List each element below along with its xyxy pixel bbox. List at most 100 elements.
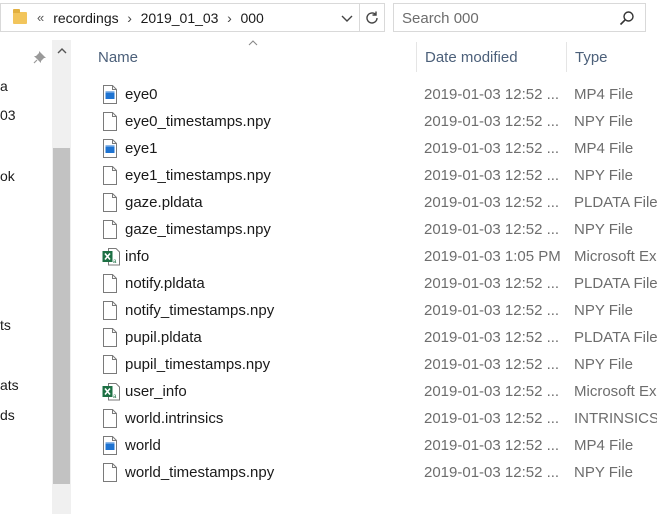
file-name[interactable]: eye1	[125, 140, 158, 157]
breadcrumb-recordings[interactable]: recordings	[50, 10, 121, 26]
file-row[interactable]: eye0_timestamps.npy 2019-01-03 12:52 ... N…	[98, 108, 657, 135]
blank-file-icon	[102, 220, 118, 239]
nav-item[interactable]: 03	[0, 107, 16, 123]
nav-item[interactable]: ok	[0, 168, 15, 184]
file-name[interactable]: user_info	[125, 383, 187, 400]
folder-icon	[13, 8, 27, 24]
file-type: Microsoft Ex	[574, 383, 657, 400]
file-date-modified: 2019-01-03 12:52 ...	[424, 167, 560, 184]
refresh-icon	[366, 11, 378, 24]
file-type: INTRINSICS F	[574, 410, 657, 427]
search-box[interactable]	[393, 3, 646, 32]
column-header-type[interactable]: Type	[566, 42, 657, 72]
file-row[interactable]: world_timestamps.npy 2019-01-03 12:52 ...…	[98, 459, 657, 486]
file-type: NPY File	[574, 167, 633, 184]
file-name[interactable]: info	[125, 248, 149, 265]
column-header-name[interactable]: Name	[98, 42, 416, 72]
file-name[interactable]: pupil_timestamps.npy	[125, 356, 270, 373]
excel-file-icon: a	[102, 247, 120, 266]
file-date-modified: 2019-01-03 12:52 ...	[424, 383, 560, 400]
address-bar[interactable]: « recordings › 2019_01_03 › 000	[0, 3, 360, 32]
file-type: MP4 File	[574, 86, 634, 103]
file-date-modified: 2019-01-03 12:52 ...	[424, 356, 560, 373]
file-date-modified: 2019-01-03 12:52 ...	[424, 437, 560, 454]
file-date-modified: 2019-01-03 12:52 ...	[424, 194, 560, 211]
excel-file-icon: a	[102, 382, 120, 401]
file-type: MP4 File	[574, 437, 634, 454]
file-date-modified: 2019-01-03 12:52 ...	[424, 464, 560, 481]
breadcrumb-separator-icon[interactable]: ›	[122, 10, 138, 26]
blank-file-icon	[102, 166, 118, 185]
file-row[interactable]: notify.pldata 2019-01-03 12:52 ... PLDATA …	[98, 270, 657, 297]
file-type: NPY File	[574, 302, 633, 319]
file-list: eye0 2019-01-03 12:52 ... MP4 File eye0_tim…	[98, 81, 657, 486]
breadcrumb-separator-icon[interactable]: ›	[221, 10, 237, 26]
file-row[interactable]: gaze.pldata 2019-01-03 12:52 ... PLDATA Fi…	[98, 189, 657, 216]
blank-file-icon	[102, 301, 118, 320]
file-name[interactable]: world.intrinsics	[125, 410, 223, 427]
file-name[interactable]: notify.pldata	[125, 275, 205, 292]
file-row[interactable]: a user_info 2019-01-03 12:52 ... Microsoft …	[98, 378, 657, 405]
scroll-thumb[interactable]	[53, 148, 70, 484]
file-name[interactable]: world	[125, 437, 161, 454]
file-name[interactable]: eye0_timestamps.npy	[125, 113, 271, 130]
file-date-modified: 2019-01-03 12:52 ...	[424, 302, 560, 319]
blank-file-icon	[102, 193, 118, 212]
file-row[interactable]: notify_timestamps.npy 2019-01-03 12:52 ..…	[98, 297, 657, 324]
file-date-modified: 2019-01-03 12:52 ...	[424, 275, 560, 292]
chevron-up-icon	[57, 47, 66, 53]
file-date-modified: 2019-01-03 12:52 ...	[424, 329, 560, 346]
file-type: PLDATA File	[574, 329, 657, 346]
breadcrumb-000[interactable]: 000	[237, 10, 266, 26]
file-type: NPY File	[574, 356, 633, 373]
file-date-modified: 2019-01-03 1:05 PM	[424, 248, 561, 265]
file-row[interactable]: gaze_timestamps.npy 2019-01-03 12:52 ... N…	[98, 216, 657, 243]
video-file-icon	[102, 139, 118, 158]
file-type: PLDATA File	[574, 275, 657, 292]
file-name[interactable]: pupil.pldata	[125, 329, 202, 346]
blank-file-icon	[102, 112, 118, 131]
file-name[interactable]: notify_timestamps.npy	[125, 302, 274, 319]
blank-file-icon	[102, 274, 118, 293]
file-row[interactable]: world 2019-01-03 12:52 ... MP4 File	[98, 432, 657, 459]
file-date-modified: 2019-01-03 12:52 ...	[424, 140, 560, 157]
nav-item[interactable]: a	[0, 78, 8, 94]
file-name[interactable]: eye0	[125, 86, 158, 103]
chevron-down-icon[interactable]	[339, 10, 355, 26]
refresh-button[interactable]	[360, 3, 385, 32]
file-name[interactable]: gaze.pldata	[125, 194, 203, 211]
file-row[interactable]: a info 2019-01-03 1:05 PM Microsoft Ex	[98, 243, 657, 270]
file-date-modified: 2019-01-03 12:52 ...	[424, 221, 560, 238]
blank-file-icon	[102, 355, 118, 374]
file-row[interactable]: world.intrinsics 2019-01-03 12:52 ... INTR…	[98, 405, 657, 432]
file-name[interactable]: world_timestamps.npy	[125, 464, 274, 481]
file-type: PLDATA File	[574, 194, 657, 211]
nav-item[interactable]: ts	[0, 317, 11, 333]
nav-item[interactable]: ats	[0, 377, 19, 393]
search-input[interactable]	[402, 9, 612, 27]
file-name[interactable]: gaze_timestamps.npy	[125, 221, 271, 238]
file-type: NPY File	[574, 464, 633, 481]
file-date-modified: 2019-01-03 12:52 ...	[424, 410, 560, 427]
file-date-modified: 2019-01-03 12:52 ...	[424, 113, 560, 130]
file-row[interactable]: pupil_timestamps.npy 2019-01-03 12:52 ...…	[98, 351, 657, 378]
file-date-modified: 2019-01-03 12:52 ...	[424, 86, 560, 103]
search-icon[interactable]	[619, 10, 635, 26]
column-header-date-modified[interactable]: Date modified	[416, 42, 566, 72]
file-row[interactable]: eye1_timestamps.npy 2019-01-03 12:52 ... N…	[98, 162, 657, 189]
file-name[interactable]: eye1_timestamps.npy	[125, 167, 271, 184]
blank-file-icon	[102, 409, 118, 428]
address-overflow-chevron[interactable]: «	[37, 10, 44, 25]
nav-item[interactable]: ds	[0, 407, 15, 423]
file-row[interactable]: eye0 2019-01-03 12:52 ... MP4 File	[98, 81, 657, 108]
video-file-icon	[102, 436, 118, 455]
scroll-up-button[interactable]	[52, 40, 71, 60]
file-row[interactable]: eye1 2019-01-03 12:52 ... MP4 File	[98, 135, 657, 162]
blank-file-icon	[102, 328, 118, 347]
file-row[interactable]: pupil.pldata 2019-01-03 12:52 ... PLDATA F…	[98, 324, 657, 351]
pin-icon[interactable]	[33, 50, 47, 64]
breadcrumb-2019-01-03[interactable]: 2019_01_03	[138, 10, 222, 26]
file-type: Microsoft Ex	[574, 248, 657, 265]
nav-scrollbar[interactable]	[52, 40, 71, 514]
file-type: NPY File	[574, 113, 633, 130]
